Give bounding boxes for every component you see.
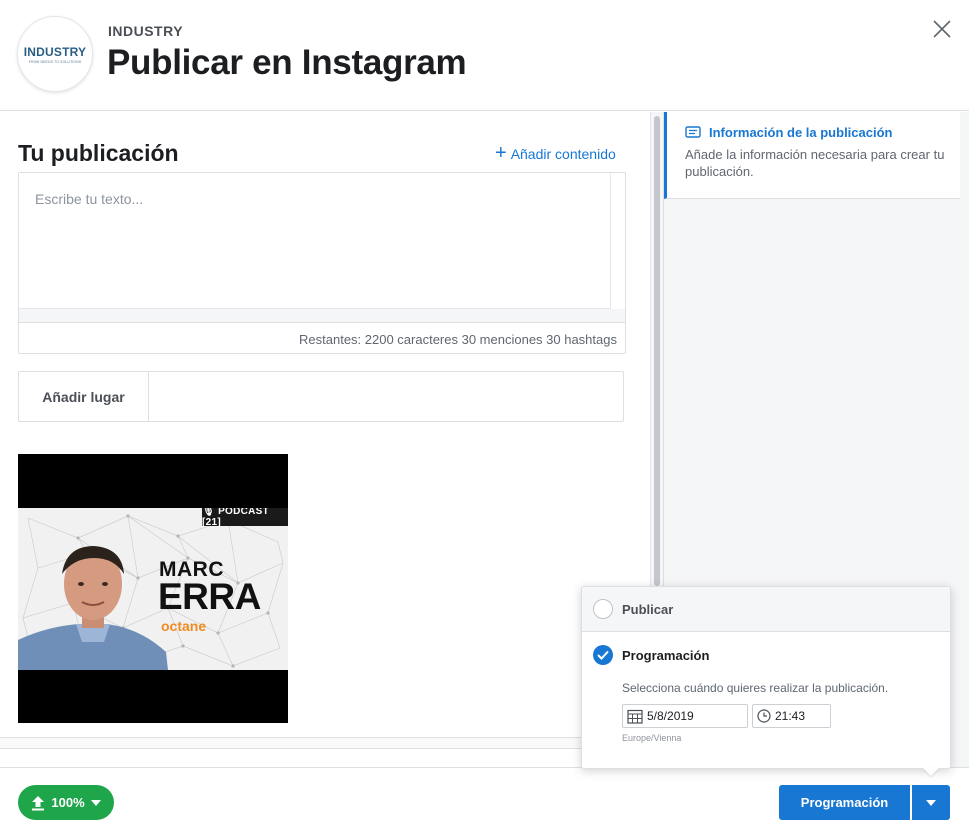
time-value: 21:43	[775, 709, 806, 723]
text-box: Restantes: 2200 caracteres 30 menciones …	[18, 172, 626, 354]
publish-radio[interactable]	[593, 599, 613, 619]
publish-now-option[interactable]: Publicar	[582, 587, 950, 632]
checkmark-icon	[597, 650, 609, 660]
chevron-down-icon	[90, 799, 101, 806]
scrollbar-thumb[interactable]	[654, 116, 660, 586]
comment-icon	[685, 126, 701, 138]
place-input[interactable]	[150, 372, 623, 421]
schedule-hint: Selecciona cuándo quieres realizar la pu…	[622, 681, 889, 695]
add-content-button[interactable]: + Añadir contenido	[495, 142, 616, 164]
logo-subtext: FROM NEEDS TO SOLUTIONS	[28, 59, 82, 64]
plus-icon: +	[495, 142, 507, 164]
brand-logo: octane	[161, 618, 207, 634]
post-text-input[interactable]	[19, 173, 611, 309]
time-input[interactable]: 21:43	[752, 704, 831, 728]
media-thumbnail[interactable]: 🎙 PODCAST [21] MARC ERRA octane	[18, 454, 288, 723]
vertical-scrollbar[interactable]	[650, 112, 663, 642]
place-label: Añadir lugar	[19, 372, 149, 421]
podcast-tag: 🎙 PODCAST [21]	[202, 508, 288, 528]
upload-icon	[32, 795, 45, 810]
schedule-label: Programación	[622, 648, 710, 663]
dialog-header: INDUSTRY FROM NEEDS TO SOLUTIONS INDUSTR…	[0, 0, 969, 111]
date-value: 5/8/2019	[647, 709, 694, 723]
clock-icon	[757, 709, 771, 723]
add-content-label: Añadir contenido	[510, 146, 616, 162]
character-counter: Restantes: 2200 caracteres 30 menciones …	[299, 332, 617, 347]
schedule-options-button[interactable]	[912, 785, 950, 820]
timezone-label: Europe/Vienna	[622, 733, 682, 743]
close-icon	[933, 20, 951, 38]
chevron-down-icon	[926, 799, 936, 806]
schedule-button[interactable]: Programación	[779, 785, 910, 820]
horizontal-scrollbar-bottom[interactable]	[0, 737, 650, 749]
page-name: INDUSTRY	[108, 23, 184, 39]
guest-last-name: ERRA	[158, 576, 261, 617]
horizontal-scrollbar[interactable]	[19, 309, 625, 323]
calendar-icon	[627, 709, 643, 724]
upload-progress-label: 100%	[51, 795, 85, 810]
publish-label: Publicar	[622, 602, 674, 617]
popover-arrow	[923, 768, 939, 776]
page-avatar: INDUSTRY FROM NEEDS TO SOLUTIONS	[17, 16, 93, 92]
post-info-description: Añade la información necesaria para crea…	[685, 147, 945, 179]
date-input[interactable]: 5/8/2019	[622, 704, 748, 728]
close-button[interactable]	[932, 19, 952, 39]
schedule-popover: Publicar Programación Selecciona cuándo …	[581, 586, 951, 769]
place-field: Añadir lugar	[18, 371, 624, 422]
post-info-card[interactable]: Información de la publicación Añade la i…	[664, 112, 960, 199]
dialog-footer: 100% Programación	[0, 767, 969, 834]
upload-progress-button[interactable]: 100%	[18, 785, 114, 820]
composer-pane: Tu publicación + Añadir contenido Restan…	[0, 112, 650, 767]
schedule-option[interactable]: Programación	[582, 633, 950, 673]
logo-text: INDUSTRY	[23, 44, 87, 59]
section-title: Tu publicación	[18, 140, 179, 166]
post-info-title: Información de la publicación	[709, 125, 893, 140]
podcast-cover-image: 🎙 PODCAST [21] MARC ERRA octane	[18, 508, 288, 670]
person-portrait	[18, 546, 168, 670]
page-title: Publicar en Instagram	[107, 43, 467, 82]
schedule-radio[interactable]	[593, 645, 613, 665]
